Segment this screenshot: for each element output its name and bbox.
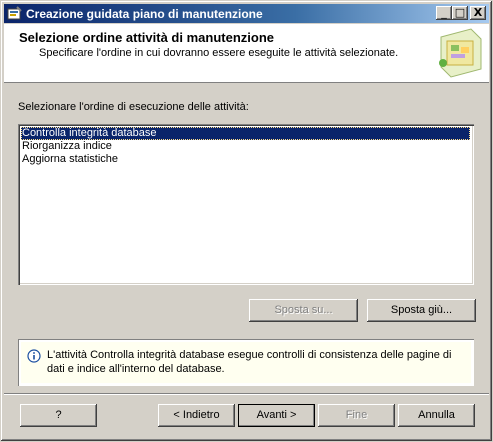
footer-separator	[4, 393, 489, 395]
wizard-window: Creazione guidata piano di manutenzione …	[0, 0, 493, 442]
info-description: L'attività Controlla integrità database …	[47, 349, 452, 375]
title-bar[interactable]: Creazione guidata piano di manutenzione …	[4, 4, 489, 23]
list-item[interactable]: Controlla integrità database	[21, 127, 470, 140]
maximize-button[interactable]: □	[452, 6, 468, 20]
wizard-app-icon	[7, 6, 22, 20]
list-item[interactable]: Aggiorna statistiche	[21, 153, 470, 166]
cancel-button[interactable]: Annulla	[398, 404, 475, 427]
list-item[interactable]: Riorganizza indice	[21, 140, 470, 153]
help-button[interactable]: ?	[20, 404, 97, 427]
minimize-button[interactable]: _	[436, 6, 452, 20]
maximize-icon: □	[454, 6, 466, 19]
task-order-label: Selezionare l'ordine di esecuzione delle…	[18, 101, 249, 113]
close-button[interactable]: X	[470, 6, 486, 20]
next-button[interactable]: Avanti >	[238, 404, 315, 427]
finish-button[interactable]: Fine	[318, 404, 395, 427]
maintenance-wizard-icon	[439, 28, 482, 78]
info-panel-inner: L'attività Controlla integrità database …	[21, 342, 471, 383]
close-icon: X	[473, 6, 483, 19]
info-panel: L'attività Controlla integrità database …	[18, 339, 474, 386]
back-button[interactable]: < Indietro	[158, 404, 235, 427]
window-title: Creazione guidata piano di manutenzione	[26, 7, 263, 21]
wizard-header: Selezione ordine attività di manutenzion…	[4, 24, 489, 83]
move-up-button[interactable]: Sposta su...	[249, 299, 358, 322]
minimize-icon: _	[441, 6, 447, 19]
page-subtitle: Specificare l'ordine in cui dovranno ess…	[39, 47, 399, 59]
move-down-button[interactable]: Sposta giù...	[367, 299, 476, 322]
info-icon	[27, 349, 41, 363]
task-order-listbox[interactable]: Controlla integrità database Riorganizza…	[18, 124, 474, 285]
page-title: Selezione ordine attività di manutenzion…	[19, 30, 274, 45]
